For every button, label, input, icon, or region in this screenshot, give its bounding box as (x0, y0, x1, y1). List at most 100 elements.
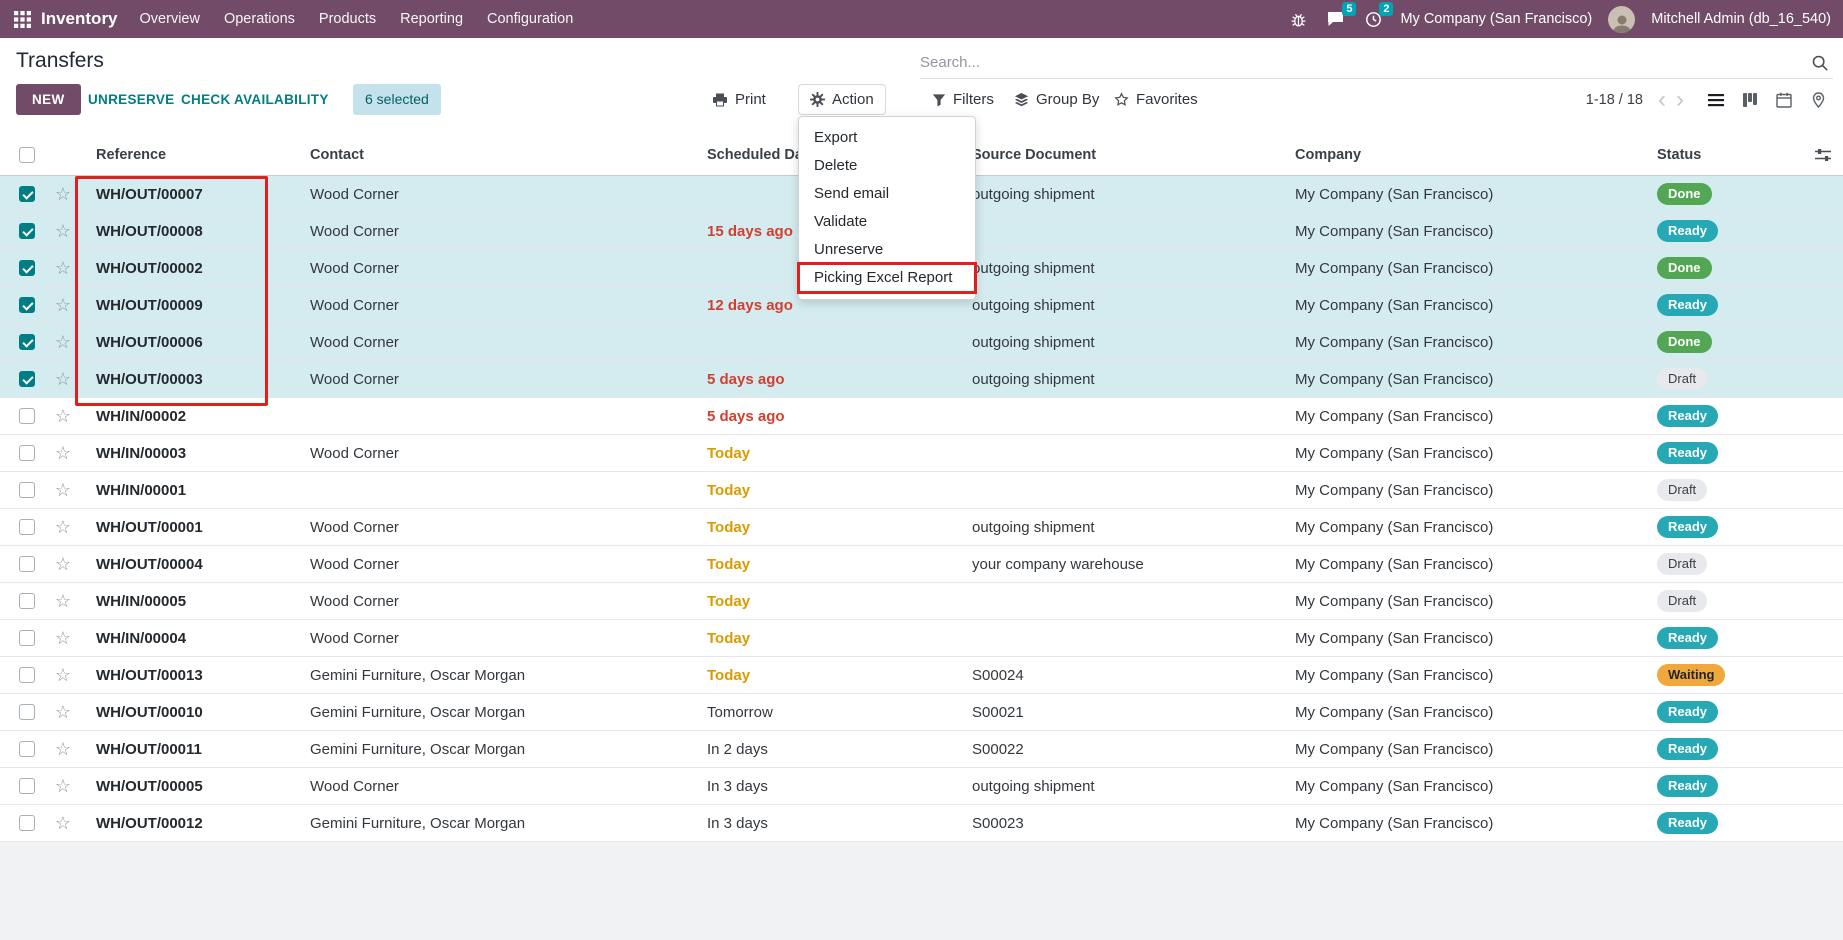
menu-item-send-email[interactable]: Send email (799, 180, 975, 208)
menu-item-validate[interactable]: Validate (799, 208, 975, 236)
table-row[interactable]: ☆WH/IN/00004Wood CornerTodayMy Company (… (0, 620, 1843, 657)
cell-status: Ready (1641, 294, 1786, 316)
table-row[interactable]: ☆WH/OUT/00005Wood CornerIn 3 daysoutgoin… (0, 768, 1843, 805)
column-header-reference[interactable]: Reference (80, 147, 294, 163)
menu-products[interactable]: Products (307, 0, 388, 38)
row-checkbox[interactable] (19, 482, 35, 498)
row-checkbox[interactable] (19, 186, 35, 202)
navbar-right: 5 2 My Company (San Francisco) Mitchell … (1288, 6, 1831, 33)
row-favorite-star-icon[interactable]: ☆ (46, 517, 80, 538)
pager-next-icon[interactable]: › (1671, 87, 1689, 113)
pager-previous-icon[interactable]: ‹ (1653, 87, 1671, 113)
row-checkbox[interactable] (19, 593, 35, 609)
table-row[interactable]: ☆WH/IN/00003Wood CornerTodayMy Company (… (0, 435, 1843, 472)
apps-menu-icon[interactable] (12, 7, 37, 32)
row-favorite-star-icon[interactable]: ☆ (46, 258, 80, 279)
table-row[interactable]: ☆WH/IN/00001TodayMy Company (San Francis… (0, 472, 1843, 509)
messages-icon[interactable]: 5 (1325, 9, 1347, 29)
action-button[interactable]: Action (798, 84, 886, 115)
menu-item-unreserve[interactable]: Unreserve (799, 236, 975, 264)
app-name[interactable]: Inventory (41, 9, 118, 29)
table-row[interactable]: ☆WH/OUT/00011Gemini Furniture, Oscar Mor… (0, 731, 1843, 768)
row-favorite-star-icon[interactable]: ☆ (46, 443, 80, 464)
row-favorite-star-icon[interactable]: ☆ (46, 406, 80, 427)
row-checkbox[interactable] (19, 445, 35, 461)
calendar-view-icon[interactable] (1771, 87, 1797, 113)
table-row[interactable]: ☆WH/OUT/00004Wood CornerTodayyour compan… (0, 546, 1843, 583)
select-all-checkbox[interactable] (19, 147, 35, 163)
cell-status: Ready (1641, 220, 1786, 242)
column-header-contact[interactable]: Contact (294, 147, 691, 163)
menu-item-picking-excel-report[interactable]: Picking Excel Report (799, 264, 975, 292)
table-row[interactable]: ☆WH/OUT/00001Wood CornerTodayoutgoing sh… (0, 509, 1843, 546)
cell-reference: WH/OUT/00003 (80, 371, 294, 388)
row-checkbox[interactable] (19, 556, 35, 572)
row-checkbox[interactable] (19, 297, 35, 313)
optional-columns-icon[interactable] (1815, 148, 1831, 162)
company-switcher[interactable]: My Company (San Francisco) (1400, 11, 1592, 27)
row-checkbox[interactable] (19, 778, 35, 794)
row-favorite-star-icon[interactable]: ☆ (46, 665, 80, 686)
row-favorite-star-icon[interactable]: ☆ (46, 480, 80, 501)
column-header-status[interactable]: Status (1641, 147, 1786, 163)
list-view-icon[interactable] (1703, 87, 1729, 113)
row-favorite-star-icon[interactable]: ☆ (46, 702, 80, 723)
row-checkbox[interactable] (19, 519, 35, 535)
unreserve-button[interactable]: UNRESERVE (88, 84, 174, 115)
row-checkbox[interactable] (19, 223, 35, 239)
row-favorite-star-icon[interactable]: ☆ (46, 221, 80, 242)
row-checkbox[interactable] (19, 815, 35, 831)
row-checkbox[interactable] (19, 334, 35, 350)
check-availability-button[interactable]: CHECK AVAILABILITY (181, 84, 329, 115)
row-favorite-star-icon[interactable]: ☆ (46, 332, 80, 353)
row-favorite-star-icon[interactable]: ☆ (46, 776, 80, 797)
search-input[interactable] (920, 54, 1807, 71)
printer-icon (712, 92, 728, 108)
user-avatar[interactable] (1608, 6, 1635, 33)
row-favorite-star-icon[interactable]: ☆ (46, 184, 80, 205)
menu-overview[interactable]: Overview (128, 0, 212, 38)
kanban-view-icon[interactable] (1737, 87, 1763, 113)
row-checkbox[interactable] (19, 741, 35, 757)
user-menu[interactable]: Mitchell Admin (db_16_540) (1651, 11, 1831, 27)
row-favorite-star-icon[interactable]: ☆ (46, 739, 80, 760)
row-checkbox[interactable] (19, 667, 35, 683)
menu-operations[interactable]: Operations (212, 0, 307, 38)
row-favorite-star-icon[interactable]: ☆ (46, 813, 80, 834)
row-favorite-star-icon[interactable]: ☆ (46, 628, 80, 649)
row-checkbox[interactable] (19, 408, 35, 424)
row-favorite-star-icon[interactable]: ☆ (46, 295, 80, 316)
table-row[interactable]: ☆WH/OUT/00006Wood Corneroutgoing shipmen… (0, 324, 1843, 361)
menu-item-export[interactable]: Export (799, 124, 975, 152)
column-header-company[interactable]: Company (1279, 147, 1641, 163)
search-bar (920, 47, 1833, 79)
map-view-icon[interactable] (1805, 87, 1831, 113)
print-button[interactable]: Print (712, 84, 766, 115)
search-icon[interactable] (1807, 54, 1833, 72)
group-by-button[interactable]: Group By (1014, 84, 1099, 115)
cell-reference: WH/OUT/00007 (80, 186, 294, 203)
row-favorite-star-icon[interactable]: ☆ (46, 554, 80, 575)
row-checkbox[interactable] (19, 260, 35, 276)
menu-configuration[interactable]: Configuration (475, 0, 585, 38)
column-header-source-document[interactable]: Source Document (956, 147, 1279, 163)
row-checkbox[interactable] (19, 630, 35, 646)
menu-reporting[interactable]: Reporting (388, 0, 475, 38)
debug-bug-icon[interactable] (1288, 9, 1309, 30)
table-row[interactable]: ☆WH/OUT/00003Wood Corner5 days agooutgoi… (0, 361, 1843, 398)
menu-item-delete[interactable]: Delete (799, 152, 975, 180)
status-badge: Ready (1657, 294, 1718, 316)
activities-clock-icon[interactable]: 2 (1363, 9, 1384, 30)
row-favorite-star-icon[interactable]: ☆ (46, 591, 80, 612)
new-button[interactable]: NEW (16, 84, 81, 115)
row-favorite-star-icon[interactable]: ☆ (46, 369, 80, 390)
row-checkbox[interactable] (19, 704, 35, 720)
filters-button[interactable]: Filters (932, 84, 994, 115)
row-checkbox[interactable] (19, 371, 35, 387)
table-row[interactable]: ☆WH/IN/00005Wood CornerTodayMy Company (… (0, 583, 1843, 620)
table-row[interactable]: ☆WH/OUT/00010Gemini Furniture, Oscar Mor… (0, 694, 1843, 731)
table-row[interactable]: ☆WH/IN/000025 days agoMy Company (San Fr… (0, 398, 1843, 435)
favorites-button[interactable]: Favorites (1114, 84, 1198, 115)
table-row[interactable]: ☆WH/OUT/00013Gemini Furniture, Oscar Mor… (0, 657, 1843, 694)
table-row[interactable]: ☆WH/OUT/00012Gemini Furniture, Oscar Mor… (0, 805, 1843, 842)
